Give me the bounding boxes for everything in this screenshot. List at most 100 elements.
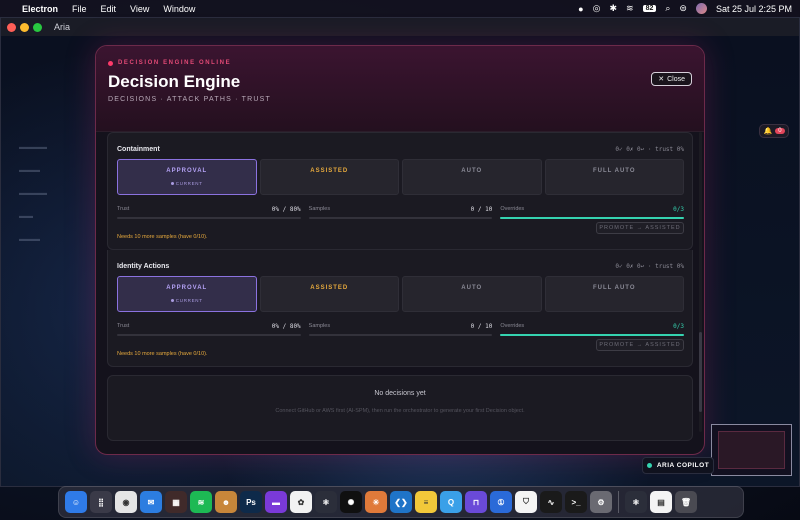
current-tier-badge: CURRENT bbox=[170, 298, 203, 303]
copilot-status-dot-icon bbox=[646, 463, 652, 468]
notifications-button[interactable]: 🔔 0 bbox=[759, 124, 789, 138]
menu-window[interactable]: Window bbox=[163, 4, 195, 14]
clock[interactable]: Sat 25 Jul 2:25 PM bbox=[716, 4, 792, 14]
photos-glyph: ✿ bbox=[297, 497, 305, 507]
dimmed-sidebar-item: ▬▬▬▬ bbox=[19, 144, 47, 151]
samples-needed-note: Needs 10 more samples (have 0/10). bbox=[117, 351, 208, 357]
finder-icon[interactable]: ☺ bbox=[65, 491, 87, 513]
section-stats: 0✓ 0✗ 0↩ · trust 0% bbox=[615, 262, 684, 270]
close-window-button[interactable] bbox=[7, 22, 16, 32]
dimmed-sidebar-item: ▬▬ bbox=[19, 213, 33, 220]
tier-assisted[interactable]: ASSISTED bbox=[259, 159, 399, 195]
record-icon[interactable]: ● bbox=[578, 4, 583, 14]
close-button[interactable]: ✕ Close bbox=[651, 72, 692, 86]
tier-auto[interactable]: AUTO bbox=[402, 276, 542, 312]
tier-full-auto[interactable]: FULL AUTO bbox=[544, 159, 684, 195]
tier-approval[interactable]: APPROVAL CURRENT bbox=[117, 276, 257, 312]
trash-icon[interactable]: 🗑 bbox=[675, 491, 697, 513]
samples-metric: Samples 0 / 10 bbox=[308, 321, 493, 336]
menu-edit[interactable]: Edit bbox=[101, 4, 117, 14]
overrides-bar bbox=[500, 334, 685, 336]
tier-auto[interactable]: AUTO bbox=[402, 159, 542, 195]
dock: ☺ ⣿ ◉ ✉ ▦ ≋ ☻ Ps ▬ ✿ ⚛ ✺ ✳ ❮❯ ≡ Q ⊓ ① ⛉ ∿ >_ ⚙ ⚛ ▤ 🗑 bbox=[58, 486, 744, 518]
menu-file[interactable]: File bbox=[72, 4, 87, 14]
character-icon[interactable]: ☻ bbox=[215, 491, 237, 513]
launchpad-icon[interactable]: ⣿ bbox=[90, 491, 112, 513]
tier-selector: APPROVAL CURRENT ASSISTED AUTO FULL AUTO bbox=[117, 276, 684, 312]
dimmed-sidebar-item: ▬▬▬ bbox=[19, 236, 40, 243]
bitwarden-glyph: ⛉ bbox=[523, 497, 529, 506]
spotify-icon[interactable]: ≋ bbox=[190, 491, 212, 513]
notes-icon[interactable]: ≡ bbox=[415, 491, 437, 513]
electron-icon[interactable]: ⚛ bbox=[315, 491, 337, 513]
modal-body[interactable]: Containment 0✓ 0✗ 0↩ · trust 0% APPROVAL… bbox=[96, 132, 704, 454]
policy-section: Identity Actions 0✓ 0✗ 0↩ · trust 0% APP… bbox=[107, 250, 693, 367]
bitwarden-icon[interactable]: ⛉ bbox=[515, 491, 537, 513]
photos-icon[interactable]: ✿ bbox=[290, 491, 312, 513]
electron-app-glyph: ⚛ bbox=[632, 497, 640, 507]
vscode-glyph: ❮❯ bbox=[394, 497, 408, 507]
copilot-preview[interactable] bbox=[711, 424, 792, 476]
overrides-label: Overrides bbox=[500, 206, 525, 212]
tier-assisted[interactable]: ASSISTED bbox=[259, 276, 399, 312]
tier-label: ASSISTED bbox=[310, 168, 349, 174]
mail-icon[interactable]: ✉ bbox=[140, 491, 162, 513]
proton-icon[interactable]: ⊓ bbox=[465, 491, 487, 513]
menu-extras: ● ◎ ✱ ≋ 82 ⌕ ⊜ Sat 25 Jul 2:25 PM bbox=[578, 0, 792, 17]
trash-glyph: 🗑 bbox=[680, 497, 692, 507]
overrides-metric: Overrides 0/3 bbox=[500, 204, 685, 219]
photoshop-icon[interactable]: Ps bbox=[240, 491, 262, 513]
overrides-bar-fill bbox=[500, 217, 685, 219]
chrome-icon[interactable]: ◉ bbox=[115, 491, 137, 513]
scan-icon[interactable]: ◎ bbox=[593, 3, 601, 14]
purple-app-icon[interactable]: ▬ bbox=[265, 491, 287, 513]
samples-label: Samples bbox=[308, 206, 331, 212]
menu-view[interactable]: View bbox=[130, 4, 149, 14]
scrollbar-thumb[interactable] bbox=[699, 332, 702, 412]
tier-full-auto[interactable]: FULL AUTO bbox=[544, 276, 684, 312]
engine-status: DECISION ENGINE ONLINE bbox=[108, 60, 692, 66]
1password-icon[interactable]: ① bbox=[490, 491, 512, 513]
document-icon[interactable]: ▤ bbox=[650, 491, 672, 513]
terminal-icon[interactable]: >_ bbox=[565, 491, 587, 513]
quicktime-glyph: Q bbox=[447, 497, 455, 507]
notes-glyph: ≡ bbox=[423, 497, 429, 507]
tier-selector: APPROVAL CURRENT ASSISTED AUTO FULL AUTO bbox=[117, 159, 684, 195]
current-dot-icon bbox=[170, 182, 174, 185]
electron-app-icon[interactable]: ⚛ bbox=[625, 491, 647, 513]
control-center-icon[interactable]: ⊜ bbox=[679, 3, 687, 14]
calendar-grid-icon[interactable]: ▦ bbox=[165, 491, 187, 513]
promote-button[interactable]: PROMOTE → ASSISTED bbox=[596, 339, 684, 351]
claude-icon[interactable]: ✳ bbox=[365, 491, 387, 513]
chrome-glyph: ◉ bbox=[122, 497, 130, 507]
section-header: Containment 0✓ 0✗ 0↩ · trust 0% bbox=[117, 143, 684, 155]
scrollbar[interactable] bbox=[699, 132, 702, 432]
decision-engine-modal: DECISION ENGINE ONLINE Decision Engine D… bbox=[95, 45, 705, 455]
menu-app-name[interactable]: Electron bbox=[22, 4, 58, 14]
tier-label: ASSISTED bbox=[310, 285, 349, 291]
trust-metric: Trust 0% / 80% bbox=[117, 321, 301, 336]
search-icon[interactable]: ⌕ bbox=[665, 3, 670, 14]
tier-label: APPROVAL bbox=[166, 285, 208, 291]
copilot-label: ARIA COPILOT bbox=[656, 462, 710, 469]
empty-title: No decisions yet bbox=[374, 390, 426, 397]
user-avatar[interactable] bbox=[695, 3, 707, 14]
1password-glyph: ① bbox=[497, 497, 505, 507]
bluetooth-icon[interactable]: ✱ bbox=[609, 3, 617, 14]
tier-approval[interactable]: APPROVAL CURRENT bbox=[117, 159, 257, 195]
spotify-glyph: ≋ bbox=[197, 497, 205, 507]
activity-monitor-icon[interactable]: ∿ bbox=[540, 491, 562, 513]
wifi-icon[interactable]: ≋ bbox=[626, 3, 634, 14]
window-title: Aria bbox=[54, 22, 71, 32]
chatgpt-icon[interactable]: ✺ bbox=[340, 491, 362, 513]
quicktime-icon[interactable]: Q bbox=[440, 491, 462, 513]
zoom-window-button[interactable] bbox=[33, 22, 42, 32]
mail-glyph: ✉ bbox=[147, 497, 155, 507]
samples-value: 0 / 10 bbox=[470, 322, 493, 330]
settings-icon[interactable]: ⚙ bbox=[590, 491, 612, 513]
promote-button[interactable]: PROMOTE → ASSISTED bbox=[596, 222, 684, 234]
minimize-window-button[interactable] bbox=[20, 22, 29, 32]
aria-copilot-button[interactable]: ARIA COPILOT bbox=[642, 457, 714, 474]
battery-icon[interactable]: 82 bbox=[642, 5, 657, 12]
vscode-icon[interactable]: ❮❯ bbox=[390, 491, 412, 513]
